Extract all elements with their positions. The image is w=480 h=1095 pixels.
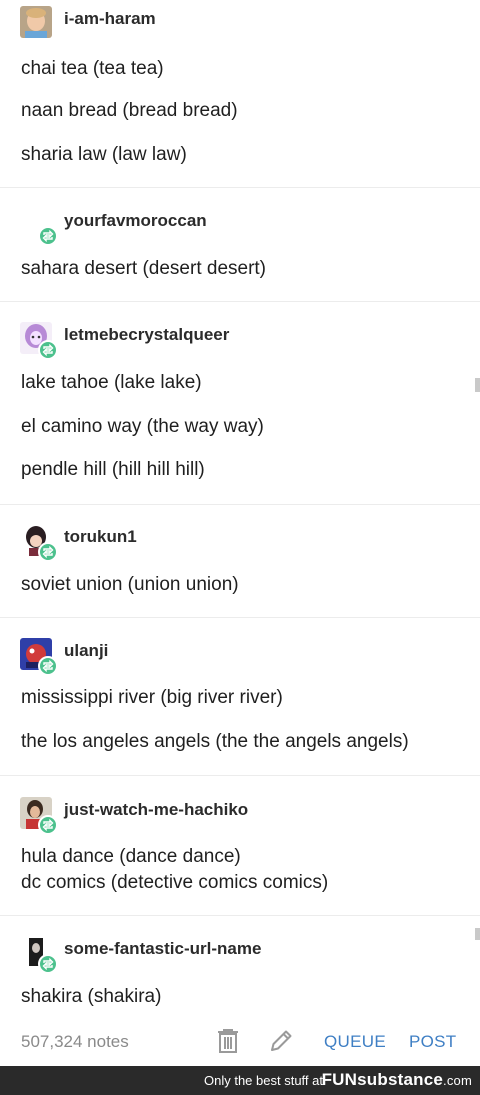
post-text-line: sahara desert (desert desert) bbox=[21, 258, 267, 279]
logo-domain: .com bbox=[443, 1073, 472, 1088]
notes-count[interactable]: 507,324 notes bbox=[21, 1032, 129, 1052]
edit-pencil-icon[interactable] bbox=[268, 1028, 294, 1059]
post-text-line: shakira (shakira) bbox=[21, 986, 162, 1007]
trash-icon[interactable] bbox=[216, 1028, 240, 1059]
reblog-icon bbox=[38, 954, 58, 974]
post-text-line: chai tea (tea tea) bbox=[21, 58, 164, 79]
watermark-tagline: Only the best stuff at bbox=[204, 1073, 323, 1088]
post-4: ulanji mississippi river (big river rive… bbox=[0, 618, 480, 776]
post-3: torukun1 soviet union (union union) bbox=[0, 505, 480, 618]
watermark-logo: FUNsubstance.com bbox=[322, 1070, 472, 1090]
reblog-icon bbox=[38, 226, 58, 246]
username[interactable]: letmebecrystalqueer bbox=[64, 325, 229, 345]
post-text-line: hula dance (dance dance) bbox=[21, 846, 241, 867]
username[interactable]: just-watch-me-hachiko bbox=[64, 800, 248, 820]
avatar-i-am-haram[interactable] bbox=[20, 6, 52, 38]
reblog-icon bbox=[38, 542, 58, 562]
post-6: some-fantastic-url-name shakira (shakira… bbox=[0, 916, 480, 1020]
post-text-line: the los angeles angels (the the angels a… bbox=[21, 731, 409, 752]
reblog-icon bbox=[38, 815, 58, 835]
watermark-bar: Only the best stuff at FUNsubstance.com bbox=[0, 1066, 480, 1095]
post-footer: 507,324 notes QUEUE POST bbox=[0, 1020, 480, 1064]
post-0: i-am-haram chai tea (tea tea) naan bread… bbox=[0, 0, 480, 188]
post-text-line: sharia law (law law) bbox=[21, 144, 187, 165]
reblog-icon bbox=[38, 656, 58, 676]
post-2: letmebecrystalqueer lake tahoe (lake lak… bbox=[0, 302, 480, 505]
logo-substance: substance bbox=[357, 1070, 444, 1089]
scrollbar-thumb[interactable] bbox=[475, 378, 480, 392]
reblog-icon bbox=[38, 340, 58, 360]
post-text-line: lake tahoe (lake lake) bbox=[21, 372, 202, 393]
username[interactable]: ulanji bbox=[64, 641, 108, 661]
post-button[interactable]: POST bbox=[409, 1032, 457, 1052]
post-text-line: el camino way (the way way) bbox=[21, 416, 264, 437]
post-text-line: naan bread (bread bread) bbox=[21, 100, 238, 121]
post-text-line: dc comics (detective comics comics) bbox=[21, 872, 329, 893]
post-1: yourfavmoroccan sahara desert (desert de… bbox=[0, 188, 480, 302]
username[interactable]: some-fantastic-url-name bbox=[64, 939, 261, 959]
username[interactable]: yourfavmoroccan bbox=[64, 211, 207, 231]
post-text-line: mississippi river (big river river) bbox=[21, 687, 283, 708]
post-5: just-watch-me-hachiko hula dance (dance … bbox=[0, 776, 480, 916]
username[interactable]: torukun1 bbox=[64, 527, 137, 547]
username[interactable]: i-am-haram bbox=[64, 9, 156, 29]
scrollbar-thumb[interactable] bbox=[475, 928, 480, 940]
post-text-line: soviet union (union union) bbox=[21, 574, 239, 595]
post-text-line: pendle hill (hill hill hill) bbox=[21, 459, 205, 480]
logo-fun: FUN bbox=[321, 1070, 358, 1089]
queue-button[interactable]: QUEUE bbox=[324, 1032, 386, 1052]
